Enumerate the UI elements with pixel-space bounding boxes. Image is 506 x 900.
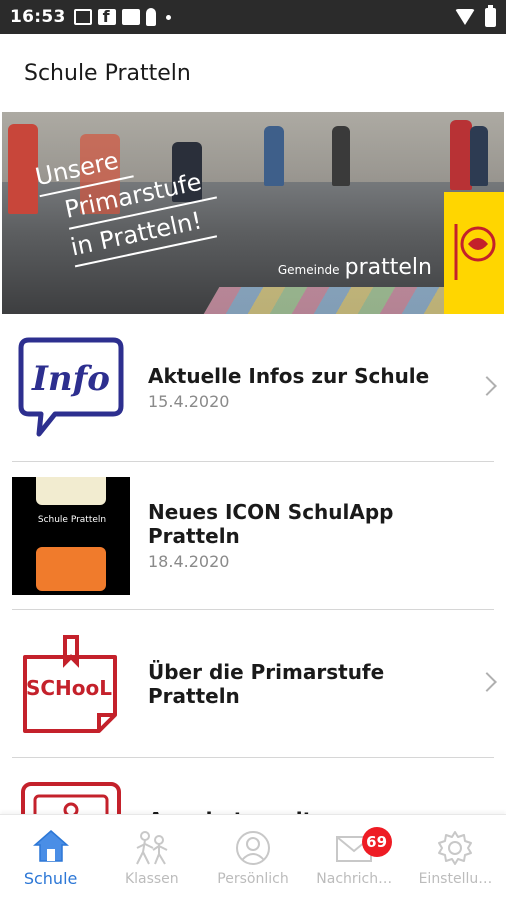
tab-persoenlich[interactable]: Persönlich: [202, 815, 303, 900]
home-icon: [31, 827, 71, 865]
notification-icons: [73, 7, 171, 26]
mail-icon: [73, 9, 92, 25]
dot-icon: [165, 14, 171, 20]
child-figure: [450, 120, 472, 190]
tab-label: Persönlich: [217, 870, 289, 887]
status-time: 16:53: [10, 7, 66, 27]
status-bar: 16:53: [0, 0, 506, 34]
tab-schule[interactable]: Schule: [0, 815, 101, 900]
tab-label: Schule: [23, 869, 78, 888]
brand-big: pratteln: [344, 255, 432, 280]
list-item-primarstufe[interactable]: SCHooL Über die Primarstufe Pratteln: [12, 610, 497, 758]
item-title: Aktuelle Infos zur Schule: [148, 364, 430, 388]
app-card-top: [36, 476, 106, 505]
key-icon: [145, 8, 156, 26]
app-thumb-label: Schule Pratteln: [37, 514, 107, 525]
child-figure: [470, 126, 488, 186]
wifi-icon: [455, 9, 475, 25]
item-text: Über die Primarstufe Pratteln: [148, 660, 494, 708]
school-thumbnail: SCHooL: [12, 625, 130, 743]
students-icon: [132, 829, 172, 867]
info-thumbnail: Info: [12, 329, 130, 447]
tab-label: Nachrich…: [316, 870, 393, 887]
tab-klassen[interactable]: Klassen: [101, 815, 202, 900]
svg-text:SCHooL: SCHooL: [26, 676, 112, 700]
child-figure: [264, 126, 284, 186]
app-thumbnail: Schule Pratteln: [12, 476, 130, 595]
school-note-icon: SCHooL: [23, 634, 117, 733]
facebook-icon: [97, 7, 116, 26]
gemeinde-brand: Gemeinde pratteln: [278, 255, 432, 280]
item-text: Aktuelle Infos zur Schule 15.4.2020: [148, 364, 494, 411]
tab-label: Einstellu…: [418, 870, 493, 887]
item-title: Über die Primarstufe Pratteln: [148, 659, 385, 708]
image-icon: [121, 9, 140, 25]
tab-einstellungen[interactable]: Einstellu…: [405, 815, 506, 900]
item-title: Neues ICON SchulApp Pratteln: [148, 500, 394, 548]
news-list: Info Aktuelle Infos zur Schule 15.4.2020…: [0, 314, 506, 900]
app-card-orange: [36, 546, 106, 591]
svg-text:Info: Info: [31, 359, 110, 399]
gear-icon: [435, 829, 475, 867]
item-date: 18.4.2020: [148, 552, 230, 571]
bottom-nav: Schule Klassen Persönlich 69 Nachrich… E…: [0, 814, 506, 900]
tab-nachrichten[interactable]: 69 Nachrich…: [304, 815, 405, 900]
page-title: Schule Pratteln: [24, 60, 191, 86]
tab-label: Klassen: [124, 870, 179, 887]
info-speech-bubble-icon: Info: [18, 337, 124, 436]
unread-badge: 69: [361, 827, 392, 857]
app-header: Schule Pratteln: [0, 34, 506, 112]
person-icon: [233, 829, 273, 867]
pratteln-crest: [444, 192, 504, 314]
child-figure: [332, 126, 350, 186]
item-text: Neues ICON SchulApp Pratteln 18.4.2020: [148, 500, 494, 571]
system-icons: [455, 4, 496, 27]
item-date: 15.4.2020: [148, 392, 230, 411]
battery-icon: [485, 4, 496, 27]
brand-small: Gemeinde: [277, 263, 340, 277]
list-item-info[interactable]: Info Aktuelle Infos zur Schule 15.4.2020: [12, 314, 497, 462]
list-item-schulapp[interactable]: Schule Pratteln Neues ICON SchulApp Prat…: [12, 462, 494, 610]
hero-banner[interactable]: Unsere Primarstufe in Pratteln! Gemeinde…: [2, 112, 504, 314]
crest-icon: [454, 224, 496, 280]
